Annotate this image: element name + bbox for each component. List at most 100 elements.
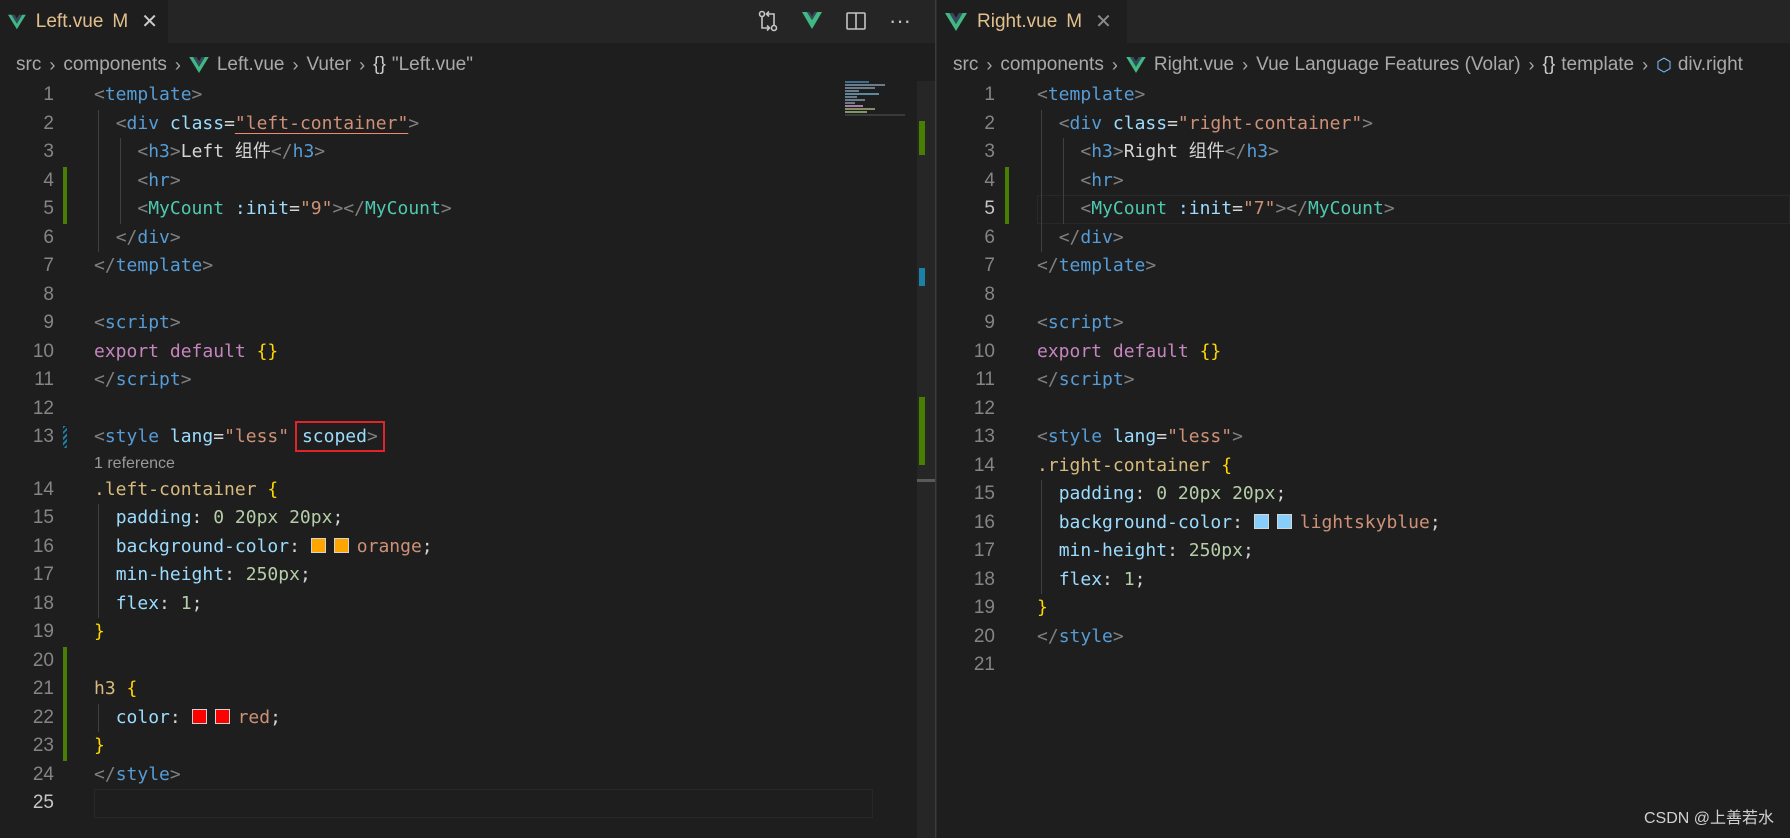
braces-icon: {}	[373, 54, 386, 75]
code-line: 18 flex: 1;	[0, 589, 935, 618]
code-editor[interactable]: 1 <template> 2 <div class="right-containe…	[937, 81, 1790, 838]
breadcrumb-item-element[interactable]: div.right	[1678, 54, 1743, 76]
breadcrumb-item-file[interactable]: Left.vue	[217, 54, 285, 76]
split-editor-icon[interactable]	[843, 8, 869, 34]
line-number: 14	[973, 454, 995, 476]
code-line: 12	[0, 395, 935, 424]
compare-changes-icon[interactable]	[755, 8, 781, 34]
code-editor[interactable]: 1 <template> 2 <div class="left-container…	[0, 81, 935, 838]
color-swatch-orange[interactable]	[310, 537, 326, 553]
vue-file-icon	[8, 14, 26, 29]
color-swatch-red[interactable]	[214, 708, 230, 724]
codelens-references[interactable]: 1 reference	[0, 452, 935, 476]
line-number: 24	[32, 763, 54, 785]
code-line: 20	[0, 646, 935, 675]
line-number: 20	[32, 649, 54, 671]
tab-left-vue[interactable]: Left.vue M ✕	[0, 0, 168, 43]
color-swatch-lightskyblue[interactable]	[1253, 513, 1269, 529]
color-swatch-lightskyblue[interactable]	[1276, 513, 1292, 529]
code-line: 24 </style>	[0, 761, 935, 790]
color-swatch-orange[interactable]	[333, 537, 349, 553]
breadcrumb-item-template[interactable]: template	[1561, 54, 1634, 76]
code-line: 2 <div class="right-container">	[937, 109, 1790, 138]
code-line: 12	[937, 395, 1790, 424]
editor-actions: ···	[755, 8, 913, 34]
line-number: 6	[43, 226, 54, 248]
code-line: 16 background-color: orange;	[0, 532, 935, 561]
breadcrumb-item-components[interactable]: components	[1000, 54, 1104, 76]
breadcrumb: src › components › Right.vue › Vue Langu…	[953, 51, 1743, 79]
line-number: 13	[32, 426, 54, 447]
breadcrumb-item-language[interactable]: Vuter	[306, 54, 351, 76]
code-line: 4 <hr>	[0, 166, 935, 195]
code-line: 1 <template>	[937, 81, 1790, 110]
breadcrumb-item-language[interactable]: Vue Language Features (Volar)	[1256, 54, 1520, 76]
line-number: 12	[32, 397, 54, 419]
close-icon[interactable]: ✕	[141, 9, 158, 34]
code-line: 3 <h3>Left 组件</h3>	[0, 138, 935, 167]
code-line: 22 color: red;	[0, 703, 935, 732]
code-line: 14 .left-container {	[0, 476, 935, 505]
code-line: 13 <style lang="less">	[937, 423, 1790, 452]
git-added-marker[interactable]	[63, 646, 67, 675]
line-number: 9	[43, 312, 54, 333]
git-added-marker[interactable]	[63, 732, 67, 761]
git-added-marker[interactable]	[63, 703, 67, 732]
code-line: 21 h3 {	[0, 675, 935, 704]
current-line-highlight	[94, 789, 873, 818]
chevron-right-icon: ›	[174, 54, 181, 75]
code-line: 10 export default {}	[937, 338, 1790, 367]
right-tab-bar: Right.vue M ✕	[937, 0, 1790, 43]
element-cube-icon: ⬡	[1656, 54, 1672, 75]
braces-icon: {}	[1542, 54, 1556, 75]
line-number: 4	[43, 169, 54, 191]
line-number: 23	[32, 735, 54, 756]
code-line: 13 <style lang="less" scoped>	[0, 421, 935, 452]
line-number: 8	[984, 283, 995, 305]
breadcrumb-item-components[interactable]: components	[63, 54, 167, 76]
line-number: 19	[973, 597, 995, 618]
code-line: 6 </div>	[937, 223, 1790, 252]
code-line: 17 min-height: 250px;	[0, 561, 935, 590]
line-number: 6	[984, 226, 995, 248]
line-number: 18	[32, 592, 54, 614]
git-added-marker[interactable]	[1005, 195, 1009, 224]
git-modified-marker[interactable]	[63, 426, 67, 448]
more-actions-icon[interactable]: ···	[887, 8, 913, 34]
code-line: 23}	[0, 732, 935, 761]
code-line: 17 min-height: 250px;	[937, 537, 1790, 566]
breadcrumb-item-src[interactable]: src	[953, 54, 978, 76]
breadcrumb-item-file[interactable]: Right.vue	[1154, 54, 1234, 76]
left-editor-group: Left.vue M ✕ ··· src › components › Left…	[0, 0, 935, 838]
close-icon[interactable]: ✕	[1095, 9, 1112, 34]
line-number: 4	[984, 169, 995, 191]
line-number: 22	[32, 706, 54, 728]
code-line-current: 25	[0, 789, 935, 818]
git-added-marker[interactable]	[63, 195, 67, 224]
git-added-marker[interactable]	[1005, 166, 1009, 195]
code-line: 8	[937, 281, 1790, 310]
modified-indicator: M	[112, 10, 129, 32]
tab-right-vue[interactable]: Right.vue M ✕	[937, 0, 1127, 43]
vertical-scrollbar[interactable]	[917, 81, 935, 838]
minimap[interactable]	[845, 81, 911, 127]
code-line: 4 <hr>	[937, 166, 1790, 195]
line-number: 9	[984, 312, 995, 333]
code-line: 19}	[0, 618, 935, 647]
line-number: 19	[32, 621, 54, 642]
tab-label: Left.vue	[35, 10, 104, 32]
git-added-marker[interactable]	[63, 166, 67, 195]
code-line: 9 <script>	[937, 309, 1790, 338]
color-swatch-red[interactable]	[191, 708, 207, 724]
vue-split-icon[interactable]	[799, 8, 825, 34]
line-number: 11	[975, 369, 995, 390]
code-line: 7 </template>	[937, 252, 1790, 281]
breadcrumb-item-symbol[interactable]: "Left.vue"	[392, 54, 473, 76]
chevron-right-icon: ›	[1528, 54, 1535, 75]
code-line: 14 .right-container {	[937, 452, 1790, 481]
breadcrumb-item-src[interactable]: src	[16, 54, 41, 76]
code-line: 19}	[937, 594, 1790, 623]
line-number: 15	[973, 483, 995, 504]
git-added-marker[interactable]	[63, 675, 67, 704]
vue-file-icon	[189, 57, 209, 73]
